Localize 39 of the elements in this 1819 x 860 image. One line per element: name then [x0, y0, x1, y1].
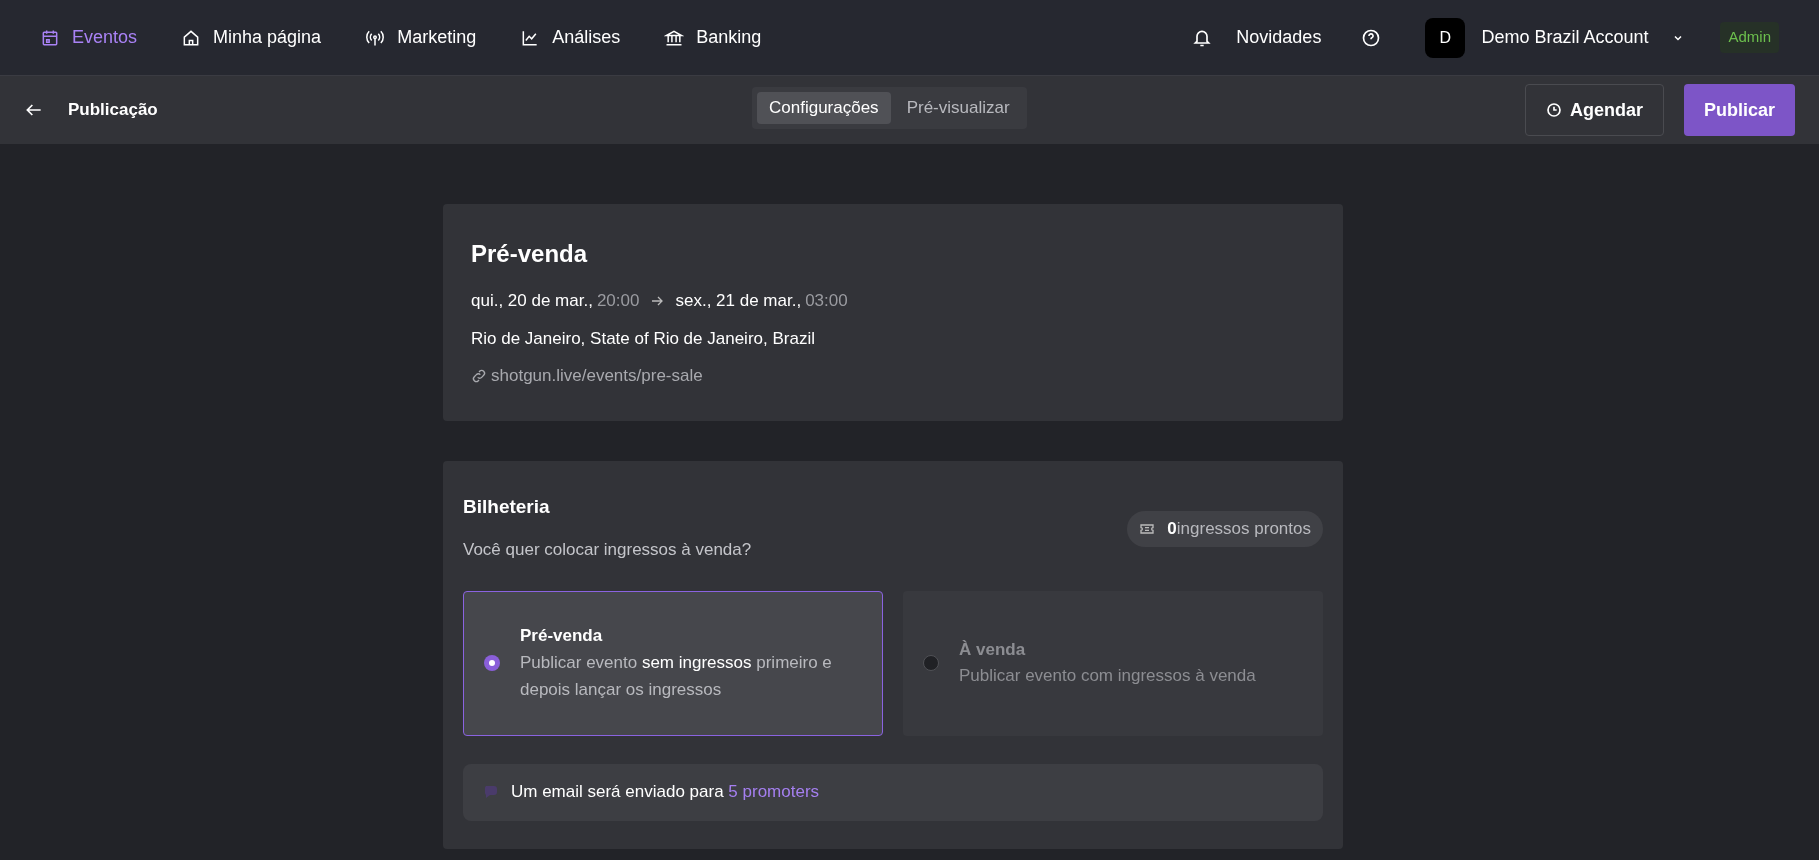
- end-date: sex., 21 de mar.,: [675, 290, 802, 312]
- link-icon: [471, 367, 487, 384]
- clock-icon: [1545, 102, 1562, 118]
- start-date: qui., 20 de mar.,: [471, 290, 593, 312]
- sale-option-card[interactable]: À venda Publicar evento com ingressos à venda: [903, 590, 1323, 736]
- nav-item[interactable]: Análises: [520, 24, 621, 51]
- option-description: Publicar evento sem ingressos primeiro e depois lançar os ingressos: [520, 651, 833, 701]
- schedule-button[interactable]: Agendar: [1524, 84, 1664, 136]
- email-notice-text: Um email será enviado para: [511, 782, 724, 802]
- option-title: À venda: [959, 638, 1027, 661]
- sale-option-card[interactable]: Pré-venda Publicar evento sem ingressos primeiro e depois lançar os ingressos: [463, 590, 883, 736]
- event-url[interactable]: shotgun.live/events/pre-sale: [491, 363, 703, 389]
- nav-item[interactable]: Marketing: [365, 24, 477, 51]
- page-title: Publicação: [68, 99, 158, 122]
- news-link[interactable]: Novidades: [1236, 24, 1322, 51]
- speech-bubble-icon: [483, 784, 499, 800]
- option-title: Pré-venda: [520, 625, 604, 648]
- account-name[interactable]: Demo Brazil Account: [1481, 24, 1649, 51]
- event-location: Rio de Janeiro, State of Rio de Janeiro, Brazil: [471, 327, 816, 350]
- radio-button[interactable]: [484, 655, 500, 671]
- publish-button[interactable]: Publicar: [1683, 84, 1795, 136]
- nav-item[interactable]: Minha página: [181, 24, 322, 51]
- tab[interactable]: Configurações: [757, 92, 891, 124]
- section-question: Você quer colocar ingressos à venda?: [463, 539, 752, 561]
- option-description: Publicar evento com ingressos à venda: [959, 665, 1256, 688]
- event-title: Pré-venda: [471, 239, 589, 269]
- nav-item[interactable]: Eventos: [40, 24, 138, 51]
- role-badge: Admin: [1720, 22, 1779, 53]
- promoters-link[interactable]: 5 promoters: [728, 782, 820, 802]
- tickets-count: 0ingressos prontos: [1167, 517, 1311, 540]
- arrow-right-icon: [651, 294, 664, 307]
- help-icon[interactable]: [1361, 27, 1382, 48]
- radio-button[interactable]: [923, 655, 939, 671]
- account-avatar[interactable]: D: [1425, 17, 1466, 58]
- end-time: 03:00: [805, 290, 848, 312]
- section-title: Bilheteria: [463, 494, 551, 519]
- nav-item[interactable]: Banking: [664, 24, 762, 51]
- tab[interactable]: Pré-visualizar: [894, 92, 1022, 124]
- start-time: 20:00: [596, 290, 640, 312]
